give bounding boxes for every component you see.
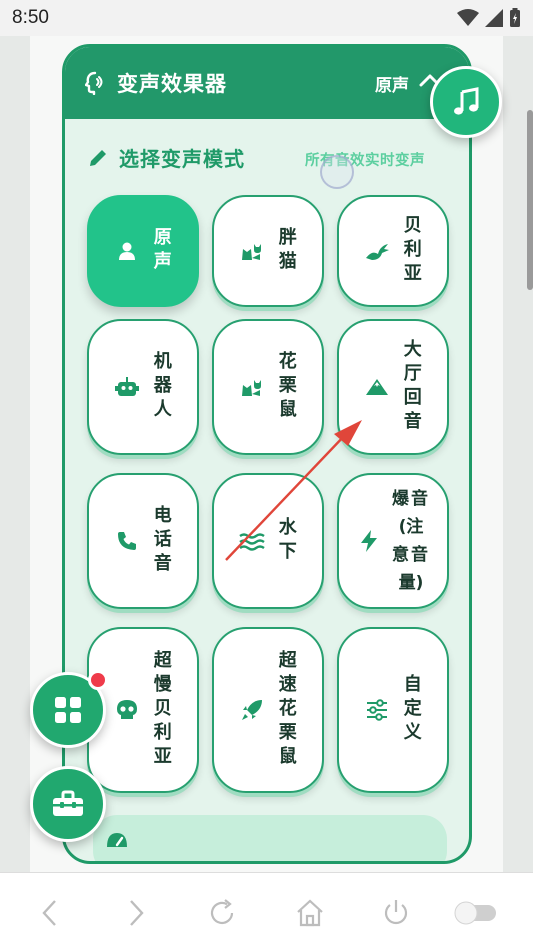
battery-icon [510, 8, 520, 27]
mode-button-hall-echo[interactable]: 大厅回音 [337, 319, 449, 455]
refresh-icon [210, 899, 234, 925]
section-heading: 选择变声模式 [87, 143, 245, 172]
mode-button-telephone[interactable]: 电话音 [87, 473, 199, 609]
home-icon [297, 899, 323, 927]
power-button[interactable] [380, 897, 412, 929]
dragon-icon [364, 238, 390, 264]
home-button[interactable] [294, 897, 326, 929]
panel-header[interactable]: 变声效果器 原声 [65, 47, 469, 119]
water-icon [239, 528, 265, 554]
phone-icon [114, 528, 140, 554]
mode-button-underwater[interactable]: 水下 [212, 473, 324, 609]
pencil-icon [90, 149, 106, 166]
mode-label: 超慢贝利亚 [150, 650, 172, 770]
panel-title: 变声效果器 [117, 72, 227, 96]
robot-icon [114, 374, 140, 400]
status-bar: 8:50 [0, 0, 533, 36]
chevron-right-icon [130, 900, 144, 926]
mode-button-chipmunk[interactable]: 花栗鼠 [212, 319, 324, 455]
mode-label: 贝利亚 [400, 215, 422, 287]
mode-button-distortion[interactable]: 爆音 (注 意音 量) [337, 473, 449, 609]
voice-changer-panel: 变声效果器 原声 选择变声模式 所有音效实时变声 原声 胖猫 贝利亚 机器人 花… [62, 44, 472, 864]
notification-badge [88, 670, 108, 690]
mode-label: 原声 [150, 227, 172, 275]
browser-nav-bar [0, 872, 533, 948]
status-icons [457, 8, 521, 28]
mode-label: 花栗鼠 [275, 351, 297, 423]
mode-label-distortion: 爆音 (注 意音 量) [392, 489, 430, 593]
mode-button-robot[interactable]: 机器人 [87, 319, 199, 455]
toolbox-icon [53, 790, 83, 816]
wifi-icon [457, 9, 479, 26]
current-mode-label: 原声 [375, 76, 409, 96]
mode-label: 超速花栗鼠 [275, 650, 297, 770]
section-title: 选择变声模式 [119, 147, 245, 171]
music-note-icon [454, 87, 479, 115]
theme-toggle[interactable] [452, 897, 500, 929]
toggle-switch-icon [454, 901, 496, 925]
reload-button[interactable] [206, 897, 238, 929]
rocket-icon [239, 697, 265, 723]
mode-label: 自定义 [400, 674, 422, 746]
cat-icon [239, 238, 265, 264]
skull-icon [114, 697, 140, 723]
speed-section [93, 815, 447, 861]
mode-label: 电话音 [150, 505, 172, 577]
cat-icon [239, 374, 265, 400]
chevron-left-icon [42, 900, 56, 926]
music-fab[interactable] [430, 66, 502, 138]
mode-label: 胖猫 [275, 227, 297, 275]
power-icon [384, 900, 408, 925]
scrollbar[interactable] [527, 110, 533, 290]
mode-button-custom[interactable]: 自定义 [337, 627, 449, 793]
mountain-icon [364, 374, 390, 400]
voice-head-icon [85, 71, 103, 95]
mode-button-belial[interactable]: 贝利亚 [337, 195, 449, 307]
bolt-icon [356, 528, 382, 554]
status-time: 8:50 [12, 7, 49, 28]
back-button[interactable] [34, 897, 66, 929]
mode-label: 机器人 [150, 351, 172, 423]
signal-icon [485, 9, 503, 27]
grid-icon [55, 697, 81, 723]
mode-label: 大厅回音 [400, 339, 422, 435]
mode-button-fat-cat[interactable]: 胖猫 [212, 195, 324, 307]
user-icon [114, 238, 140, 264]
forward-button[interactable] [120, 897, 152, 929]
speedometer-icon [107, 833, 127, 847]
mode-label: 水下 [275, 517, 297, 565]
touch-ripple [320, 155, 354, 189]
mode-button-fast-chipmunk[interactable]: 超速花栗鼠 [212, 627, 324, 793]
mode-button-original[interactable]: 原声 [87, 195, 199, 307]
toolbox-fab[interactable] [30, 766, 106, 842]
sliders-icon [364, 697, 390, 723]
